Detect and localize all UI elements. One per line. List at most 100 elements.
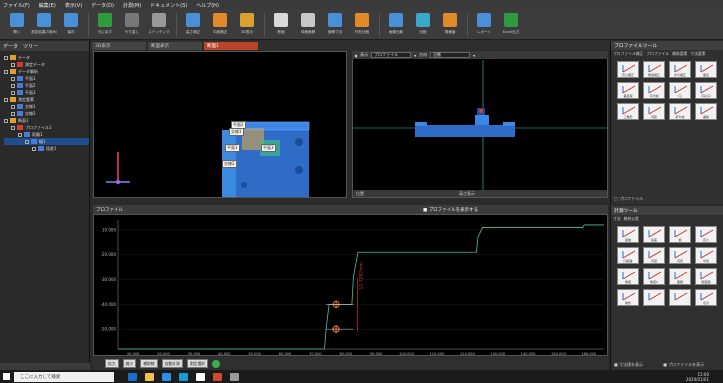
section-viewport[interactable]: 位置 高さ表示 xyxy=(352,51,608,198)
taskbar-app-icon[interactable] xyxy=(145,372,154,381)
tool-button[interactable]: 除外 xyxy=(617,289,639,306)
menu-help[interactable]: ヘルプ(H) xyxy=(196,2,219,9)
tree-tab-data[interactable]: データ xyxy=(3,43,18,50)
zoom-out-button[interactable]: 縮小 xyxy=(122,359,137,368)
show-profile-checkbox[interactable]: ■ プロファイルを表示 xyxy=(663,362,704,368)
expand-toggle-icon[interactable] xyxy=(4,118,8,123)
tree-item[interactable]: 交線2 xyxy=(4,110,89,117)
ribbon-button-7[interactable]: 平面補正 xyxy=(207,13,233,35)
ribbon-button-4[interactable]: やり直し xyxy=(119,13,145,35)
tool-button[interactable] xyxy=(643,289,665,306)
tool-button[interactable]: 平行線 xyxy=(643,82,665,99)
tree-item[interactable]: 測定データ xyxy=(4,61,89,68)
direction-dropdown[interactable]: 自動 xyxy=(430,52,471,58)
menu-document[interactable]: ドキュメント(S) xyxy=(150,2,187,9)
tree-item[interactable]: 平面1 xyxy=(4,75,89,82)
show-profile-checkbox-top[interactable]: ■ プロファイルを表示する xyxy=(423,207,478,213)
tree-item[interactable]: データ解析 xyxy=(4,68,89,75)
ribbon-button-11[interactable]: 面積寸法 xyxy=(322,13,348,35)
tab-3d-view[interactable]: 3D表示 xyxy=(92,42,146,50)
zoom-in-button[interactable]: 拡大 xyxy=(105,359,119,368)
tool-button[interactable]: 半径 xyxy=(695,247,717,264)
ribbon-button-1[interactable]: 測定結果の読み込み xyxy=(31,13,57,35)
taskbar-app-icon[interactable] xyxy=(179,372,188,381)
windows-start-icon[interactable] xyxy=(3,373,10,380)
tool-button[interactable]: 角度補正 xyxy=(643,61,665,78)
tool-button[interactable]: 高さ xyxy=(695,226,717,243)
ribbon-button-10[interactable]: 体積面積 xyxy=(295,13,321,35)
tree-item[interactable]: 交線1 xyxy=(4,103,89,110)
taskbar-app-icon[interactable] xyxy=(213,372,222,381)
tree-item[interactable]: 距離1 xyxy=(4,131,89,138)
tool-button[interactable]: 角度 xyxy=(617,268,639,285)
taskbar-app-icon[interactable] xyxy=(196,372,205,381)
expand-toggle-icon[interactable] xyxy=(4,69,8,74)
ribbon-button-14[interactable]: 比較 xyxy=(410,13,436,35)
taskbar-search-input[interactable]: ここに入力して検索 xyxy=(14,371,114,382)
tool-button[interactable]: 段差 xyxy=(643,226,665,243)
refresh-icon[interactable] xyxy=(211,359,220,368)
taskbar-app-icon[interactable] xyxy=(128,372,137,381)
expand-toggle-icon[interactable] xyxy=(4,55,8,60)
tool-button[interactable]: 垂直線 xyxy=(617,82,639,99)
tool-button[interactable]: 同心円 xyxy=(695,82,717,99)
tool-button[interactable]: 幅 xyxy=(669,226,691,243)
tab-geometric-tolerance[interactable]: 幾何公差 xyxy=(624,216,639,222)
ribbon-button-3[interactable]: 元に戻す xyxy=(92,13,118,35)
expand-toggle-icon[interactable] xyxy=(11,111,15,116)
ribbon-button-13[interactable]: 画像比較 xyxy=(383,13,409,35)
tree-item[interactable]: 断面1 xyxy=(4,117,89,124)
menu-file[interactable]: ファイル(F) xyxy=(3,2,30,9)
ribbon-button-0[interactable]: 開く xyxy=(4,13,30,35)
tab-profile-correction[interactable]: プロファイル補正 xyxy=(613,51,643,57)
chevron-down-icon[interactable]: ▾ xyxy=(414,53,416,58)
ribbon-button-17[interactable]: Excel出力 xyxy=(498,13,524,35)
menu-measure[interactable]: 計測(M) xyxy=(123,2,141,9)
ribbon-button-5[interactable]: ステッチング xyxy=(146,13,172,35)
tree-item[interactable]: プロファイル1 xyxy=(4,124,89,131)
tool-button[interactable]: 三角形 xyxy=(617,103,639,120)
tree-item[interactable]: 平面2 xyxy=(4,82,89,89)
tree-tab-tree[interactable]: ツリー xyxy=(23,43,38,50)
tree-item[interactable]: 段差1 xyxy=(4,145,89,152)
expand-toggle-icon[interactable] xyxy=(11,83,15,88)
prev-arrow-icon[interactable]: ◀ xyxy=(354,53,357,58)
tree-item[interactable]: 測定要素 xyxy=(4,96,89,103)
menu-view[interactable]: 表示(V) xyxy=(65,2,82,9)
ribbon-button-8[interactable]: 3D表示 xyxy=(234,13,260,35)
3d-viewport[interactable]: 平面2 交線1 平面1 平面3 交線2 xyxy=(93,51,347,198)
tree-item[interactable]: 平面3 xyxy=(4,89,89,96)
ribbon-button-2[interactable]: 保存 xyxy=(58,13,84,35)
profile-footer-checkbox[interactable]: ▢ プロファイル xyxy=(614,196,643,202)
ribbon-button-9[interactable]: 断面 xyxy=(268,13,294,35)
tab-profile[interactable]: プロファイル xyxy=(646,51,669,57)
tree-horizontal-scrollbar[interactable] xyxy=(0,363,90,370)
profile-chart[interactable]: -10.000 -20.000 -30.000 -40.000 -50.000 10.00… xyxy=(93,214,608,356)
tool-button[interactable]: 円 xyxy=(669,82,691,99)
tool-button[interactable]: 断面積 xyxy=(695,268,717,285)
expand-toggle-icon[interactable] xyxy=(11,62,15,67)
tab-dimension-element[interactable]: 寸法要素 xyxy=(690,51,705,57)
tab-dimension[interactable]: 寸法 xyxy=(613,216,621,222)
taskbar-app-icon[interactable] xyxy=(162,372,171,381)
guide-line-button[interactable]: 補助線 xyxy=(140,359,158,368)
tool-button[interactable]: 表示 xyxy=(695,289,717,306)
ribbon-button-15[interactable]: 規格値 xyxy=(437,13,463,35)
tool-button[interactable]: 垂線 xyxy=(695,103,717,120)
tool-button[interactable]: 円径 xyxy=(643,247,665,264)
ribbon-button-16[interactable]: レポート xyxy=(471,13,497,35)
chevron-down-icon[interactable]: ▾ xyxy=(473,53,475,58)
expand-toggle-icon[interactable] xyxy=(11,76,15,81)
tab-section-1[interactable]: 断面1 xyxy=(204,42,258,50)
expand-toggle-icon[interactable] xyxy=(25,139,29,144)
tool-button[interactable]: 面積 xyxy=(669,268,691,285)
expand-toggle-icon[interactable] xyxy=(11,125,15,130)
expand-toggle-icon[interactable] xyxy=(11,104,15,109)
measure-select-button[interactable]: 測定選択 xyxy=(186,359,208,368)
tool-button[interactable] xyxy=(669,289,691,306)
expand-toggle-icon[interactable] xyxy=(18,132,22,137)
tool-button[interactable]: 水平補正 xyxy=(669,61,691,78)
tool-button[interactable]: 折れ線 xyxy=(669,103,691,120)
auto-measure-button[interactable]: 自動計測 xyxy=(161,359,183,368)
tool-button[interactable]: 円弧 xyxy=(643,103,665,120)
